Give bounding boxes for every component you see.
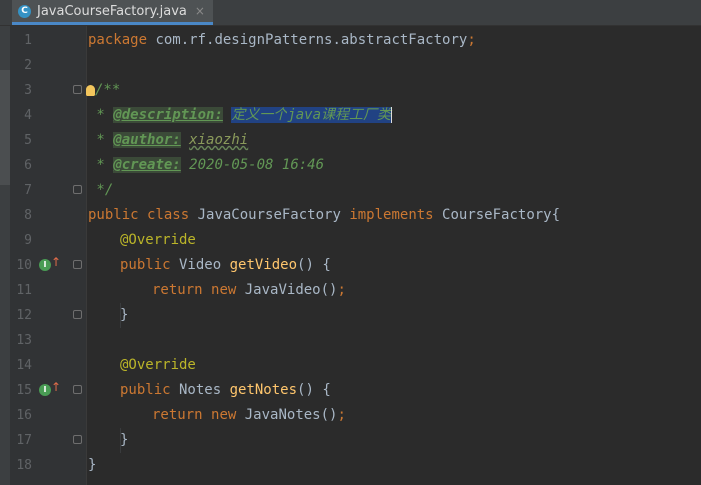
token-method-name: getVideo: [229, 257, 298, 273]
code-line-16: return new JavaNotes();: [152, 403, 346, 428]
fold-marker-icon[interactable]: [73, 260, 82, 269]
code-line-5: * @author: xiaozhi: [88, 128, 248, 153]
token-doc-tag: @create:: [113, 157, 181, 173]
code-editor[interactable]: package com.rf.designPatterns.abstractFa…: [86, 26, 701, 485]
code-line-17: }: [120, 428, 128, 453]
line-number: 12: [16, 308, 32, 323]
token-brace: }: [120, 432, 129, 448]
code-line-12: }: [120, 303, 128, 328]
token-semicolon: ;: [467, 32, 476, 48]
token-keyword: return: [152, 407, 203, 423]
token-annotation: @Override: [120, 232, 196, 248]
java-class-icon: C: [18, 4, 31, 18]
lightbulb-icon[interactable]: [86, 84, 95, 96]
token-keyword: new: [211, 407, 237, 423]
implements-method-icon[interactable]: I: [39, 384, 51, 396]
token-doc-tag: @description:: [113, 107, 223, 123]
line-number: 1: [24, 33, 32, 48]
line-number: 14: [16, 358, 32, 373]
line-number: 4: [24, 108, 32, 123]
line-number: 9: [24, 233, 32, 248]
line-number: 6: [24, 158, 32, 173]
line-number: 17: [16, 433, 32, 448]
token-doc-close: */: [88, 182, 114, 198]
token-keyword: implements: [349, 207, 434, 223]
code-line-4: * @description: 定义一个java课程工厂类: [88, 103, 393, 128]
token-constructor: JavaVideo(): [236, 282, 338, 298]
code-line-8: public class JavaCourseFactory implement…: [88, 203, 560, 228]
implements-method-icon[interactable]: I: [39, 259, 51, 271]
token-keyword: return: [152, 282, 203, 298]
token-doc-tag: @author:: [113, 132, 181, 148]
line-number: 11: [16, 283, 32, 298]
code-line-3: /**: [86, 78, 121, 103]
token-punctuation: () {: [297, 382, 331, 398]
override-up-arrow-icon[interactable]: ↑: [51, 381, 61, 393]
token-interface-name: CourseFactory{: [433, 207, 561, 223]
token-constructor: JavaNotes(): [236, 407, 338, 423]
code-line-10: public Video getVideo() {: [120, 253, 331, 278]
token-doc-value: xiaozhi: [189, 132, 249, 148]
line-number: 13: [16, 333, 32, 348]
token-brace: }: [88, 457, 97, 473]
token-selected-text: 定义一个: [231, 107, 288, 123]
fold-marker-icon[interactable]: [73, 310, 82, 319]
fold-marker-icon[interactable]: [73, 435, 82, 444]
line-number: 7: [24, 183, 32, 198]
token-selected-text: 课程工厂类: [321, 107, 392, 123]
token-keyword: package: [88, 32, 148, 48]
fold-marker-icon[interactable]: [73, 185, 82, 194]
token-annotation: @Override: [120, 357, 196, 373]
token-brace: }: [120, 307, 129, 323]
line-number: 2: [24, 58, 32, 73]
code-line-11: return new JavaVideo();: [152, 278, 346, 303]
token-keyword: public: [120, 257, 171, 273]
override-up-arrow-icon[interactable]: ↑: [51, 256, 61, 268]
token-keyword: public: [120, 382, 171, 398]
line-number: 3: [24, 83, 32, 98]
line-number: 5: [24, 133, 32, 148]
line-number: 15: [16, 383, 32, 398]
line-number: 10: [16, 258, 32, 273]
code-line-15: public Notes getNotes() {: [120, 378, 331, 403]
token-doc-star: *: [88, 157, 114, 173]
token-punctuation: () {: [297, 257, 331, 273]
token-selected-text: java: [287, 107, 322, 123]
line-number: 16: [16, 408, 32, 423]
token-doc-value: 2020-05-08 16:46: [189, 157, 325, 173]
token-doc-star: *: [88, 107, 114, 123]
strip-marker: [0, 70, 10, 185]
fold-marker-icon[interactable]: [73, 85, 82, 94]
editor-tab-bar: C JavaCourseFactory.java ×: [0, 0, 701, 26]
code-line-7: */: [88, 178, 113, 203]
tab-java-course-factory[interactable]: C JavaCourseFactory.java ×: [12, 0, 213, 25]
token-class-name: JavaCourseFactory: [189, 207, 350, 223]
code-line-14: @Override: [120, 353, 196, 378]
token-type: Notes: [170, 382, 230, 398]
left-tool-strip: [0, 26, 10, 485]
line-number: 18: [16, 458, 32, 473]
fold-marker-icon[interactable]: [73, 385, 82, 394]
token-package-name: com.rf.designPatterns.abstractFactory: [147, 32, 468, 48]
code-line-1: package com.rf.designPatterns.abstractFa…: [88, 28, 476, 53]
token-method-name: getNotes: [229, 382, 298, 398]
token-doc-star: *: [88, 132, 114, 148]
line-number: 8: [24, 208, 32, 223]
token-doc-open: /**: [95, 82, 121, 98]
close-tab-icon[interactable]: ×: [195, 4, 205, 18]
code-line-6: * @create: 2020-05-08 16:46: [88, 153, 324, 178]
text-caret: [391, 107, 393, 123]
token-semicolon: ;: [337, 282, 346, 298]
token-semicolon: ;: [337, 407, 346, 423]
tab-filename: JavaCourseFactory.java: [37, 3, 187, 19]
code-line-9: @Override: [120, 228, 196, 253]
code-line-18: }: [88, 453, 96, 478]
token-type: Video: [170, 257, 230, 273]
token-keyword: public class: [88, 207, 190, 223]
token-keyword: new: [211, 282, 237, 298]
